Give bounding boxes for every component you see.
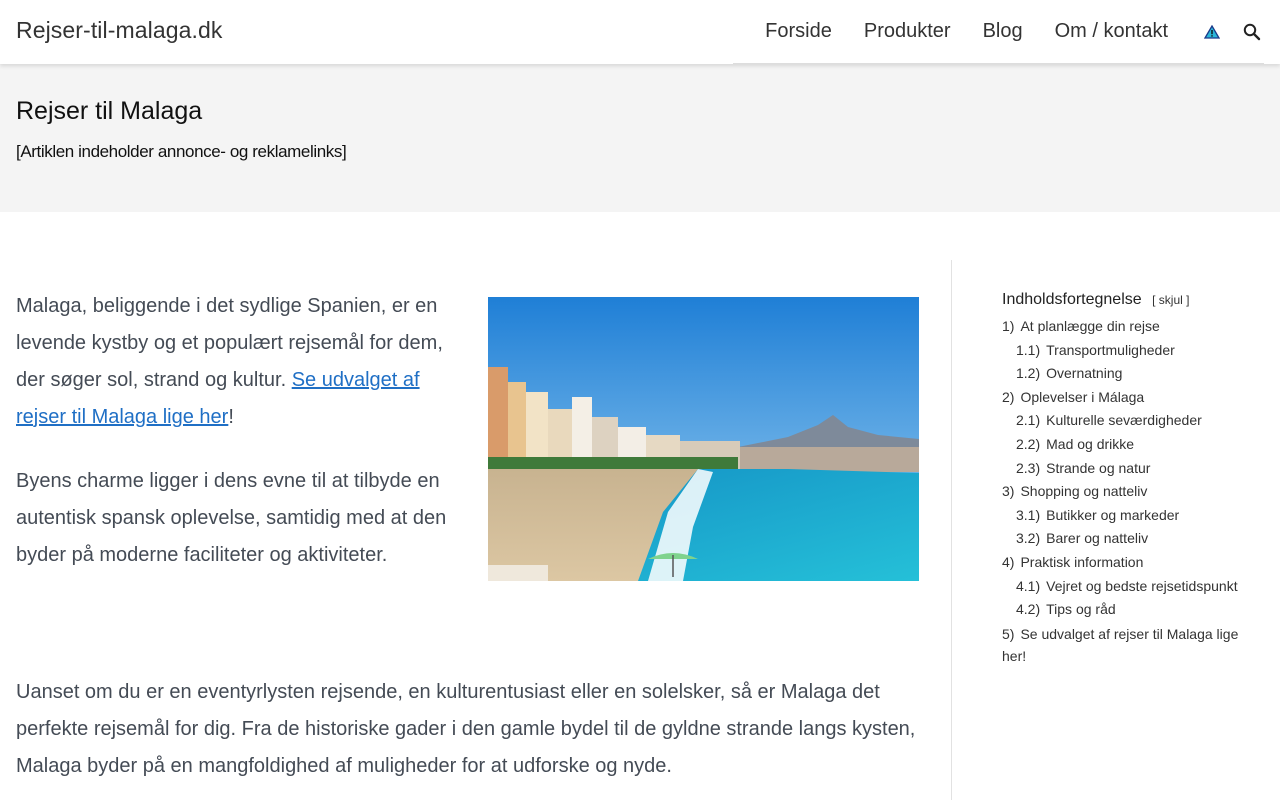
table-of-contents: Indholdsfortegnelse [ skjul ] 1) At planl… [1002, 291, 1264, 667]
toc-item[interactable]: 2.1) Kulturelle seværdigheder [1002, 409, 1264, 433]
nav-item-forside[interactable]: Forside [765, 20, 832, 43]
toc-item[interactable]: 2.3) Strande og natur [1002, 457, 1264, 481]
nav-item-om-kontakt[interactable]: Om / kontakt [1055, 20, 1168, 43]
toc-item[interactable]: 4.1) Vejret og bedste rejsetidspunkt [1002, 575, 1264, 599]
toc-item[interactable]: 2.2) Mad og drikke [1002, 433, 1264, 457]
toc-header: Indholdsfortegnelse [ skjul ] [1002, 291, 1264, 309]
toc-item[interactable]: 1) At planlægge din rejse [1002, 315, 1264, 339]
malaga-beach-image [488, 297, 919, 581]
toc-item[interactable]: 1.1) Transportmuligheder [1002, 339, 1264, 363]
toc-item[interactable]: 1.2) Overnatning [1002, 362, 1264, 386]
toc-item[interactable]: 4) Praktisk information [1002, 551, 1264, 575]
sidebar-divider [951, 260, 952, 800]
toc-item[interactable]: 3.2) Barer og natteliv [1002, 527, 1264, 551]
intro-text-end: ! [228, 406, 234, 428]
search-icon[interactable] [1240, 20, 1264, 44]
site-header: Rejser-til-malaga.dk Forside Produkter B… [0, 0, 1280, 64]
toc-item[interactable]: 3.1) Butikker og markeder [1002, 504, 1264, 528]
site-title-link[interactable]: Rejser-til-malaga.dk [16, 17, 223, 44]
nav-item-blog[interactable]: Blog [983, 20, 1023, 43]
toc-toggle[interactable]: [ skjul ] [1152, 293, 1189, 307]
toc-list: 1) At planlægge din rejse 1.1) Transportmu… [1002, 315, 1264, 667]
page-title: Rejser til Malaga [16, 97, 203, 125]
toc-title: Indholdsfortegnelse [1002, 291, 1142, 308]
nav-item-produkter[interactable]: Produkter [864, 20, 951, 43]
charm-paragraph: Byens charme ligger i dens evne til at t… [16, 470, 447, 566]
toc-item[interactable]: 4.2) Tips og råd [1002, 598, 1264, 622]
toc-item[interactable]: 5) Se udvalget af rejser til Malaga lige … [1002, 623, 1264, 667]
warning-icon[interactable] [1200, 20, 1224, 44]
intro-text: Malaga, beliggende i det sydlige Spanien… [16, 288, 461, 601]
overview-paragraph: Uanset om du er en eventyrlysten rejsend… [16, 681, 916, 777]
ad-disclaimer: [Artiklen indeholder annonce- og reklame… [16, 142, 347, 161]
page-hero: Rejser til Malaga [Artiklen indeholder a… [0, 64, 1280, 212]
toc-item[interactable]: 3) Shopping og natteliv [1002, 480, 1264, 504]
toc-item[interactable]: 2) Oplevelser i Málaga [1002, 386, 1264, 410]
main-nav: Forside Produkter Blog Om / kontakt [733, 0, 1264, 64]
toc-toggle-label[interactable]: skjul [1159, 293, 1183, 307]
intro-paragraph: Malaga, beliggende i det sydlige Spanien… [16, 288, 461, 436]
